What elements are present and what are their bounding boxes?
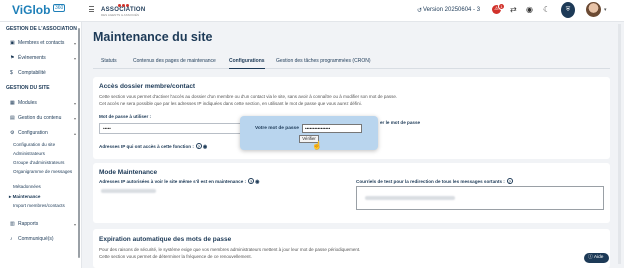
sidebar-item-label: Membres et contacts	[18, 40, 65, 46]
history-icon: ↺	[417, 8, 423, 14]
sidebar-section-site: GESTION DU SITE	[6, 85, 50, 91]
dollar-icon: $	[10, 69, 13, 76]
sidebar-subitem-metadata[interactable]: Métadonnées	[13, 184, 79, 190]
sidebar-item-members[interactable]: ▣ Membres et contacts ▾	[10, 40, 78, 46]
sidebar-item-modules[interactable]: ▦ Modules ▾	[10, 100, 78, 106]
card-description: Cet accès ne sera possible que par les a…	[99, 101, 362, 106]
help-button[interactable]: ⓘ Aide	[584, 253, 609, 263]
mouse-cursor-icon: ☝	[312, 141, 322, 150]
sidebar-item-communiques[interactable]: ♪ Communiqué(s)	[10, 236, 78, 242]
popup-password-label: Votre mot de passe	[255, 126, 299, 131]
help-icon[interactable]: ?	[195, 143, 202, 149]
chevron-down-icon: ▾	[73, 55, 76, 61]
ip-list-blurred	[101, 189, 156, 193]
password-input[interactable]: •••••	[99, 123, 249, 134]
test-emails-textarea[interactable]	[356, 186, 604, 210]
sidebar-item-accounting[interactable]: $ Comptabilité	[10, 70, 78, 76]
eye-icon[interactable]: ◉	[203, 144, 207, 150]
tab-cron-tasks[interactable]: Gestion des tâches programmées (CRON)	[276, 58, 370, 64]
viglob-logo[interactable]: ViGlob	[12, 3, 50, 17]
sidebar-item-label: Comptabilité	[18, 70, 46, 76]
page-title: Maintenance du site	[93, 30, 213, 44]
card-title: Mode Maintenance	[99, 169, 158, 176]
top-bar: ViGlob 360 ASSOCIATION DES AGENTS & ASSO…	[0, 0, 624, 22]
sidebar-item-label: Événements	[18, 55, 46, 61]
maintenance-ip-label-text: Adresses IP autorisées à voir le site mê…	[99, 179, 247, 184]
sidebar-subitem-admin-groups[interactable]: Groupe d'administrateurs	[13, 160, 79, 166]
password-expiration-card: Expiration automatique des mots de passe…	[93, 229, 610, 268]
card-title: Expiration automatique des mots de passe	[99, 236, 232, 243]
card-title: Accès dossier membre/contact	[99, 83, 196, 90]
version-label[interactable]: Version 20250604 - 3	[423, 7, 480, 13]
organization-avatar[interactable]: ⛨	[561, 2, 575, 18]
tab-maintenance-pages[interactable]: Contenus des pages de maintenance	[133, 58, 216, 64]
id-card-icon: ▣	[10, 39, 15, 46]
menu-icon[interactable]	[89, 6, 94, 12]
help-button-label: Aide	[593, 255, 604, 260]
sidebar-item-label: Configuration	[18, 130, 48, 136]
confirm-password-label: er le mot de passe	[380, 120, 421, 125]
tab-bar: Statuts Contenus des pages de maintenanc…	[93, 54, 610, 69]
password-label: Mot de passe à utiliser :	[99, 114, 152, 119]
association-logo: ASSOCIATION DES AGENTS & ASSOCIÉS	[101, 4, 146, 17]
ip-access-label-text: Adresses IP qui ont accès à cette foncti…	[99, 144, 194, 149]
tab-configurations[interactable]: Configurations	[229, 58, 265, 69]
chevron-up-icon: ▴	[73, 130, 76, 136]
sidebar-item-label: Rapports	[18, 221, 39, 227]
card-description: Cette section vous permet de déterminer …	[99, 254, 252, 259]
notification-badge: 1	[498, 3, 505, 10]
emails-blurred	[365, 196, 455, 200]
maintenance-ip-label: Adresses IP autorisées à voir le site mê…	[99, 178, 259, 185]
sidebar-item-label: Modules	[18, 100, 37, 106]
user-avatar[interactable]	[586, 2, 601, 17]
maintenance-mode-card: Mode Maintenance Adresses IP autorisées …	[93, 163, 610, 223]
sidebar-subitem-message-chart[interactable]: Organigramme de messages	[13, 169, 79, 175]
bell-icon: ♪	[10, 235, 13, 242]
password-verify-popup: Votre mot de passe •••••••••••••••• Véri…	[240, 116, 378, 150]
sidebar-item-label: Gestion du contenu	[18, 115, 62, 121]
ip-access-label: Adresses IP qui ont accès à cette foncti…	[99, 143, 207, 150]
test-emails-label: Courriels de test pour la redirection de…	[356, 178, 513, 184]
chevron-down-icon: ▾	[73, 221, 76, 227]
sidebar-subitem-site-config[interactable]: Configuration du site	[13, 142, 79, 148]
tab-statuses[interactable]: Statuts	[101, 58, 117, 64]
moon-icon[interactable]: ☾	[543, 5, 550, 14]
sidebar-item-label: Communiqué(s)	[18, 236, 54, 242]
eye-icon[interactable]: ◉	[255, 179, 259, 185]
puzzle-icon: ▦	[10, 99, 15, 106]
sidebar-subitem-import[interactable]: Import membres/contacts	[13, 203, 79, 209]
sidebar-item-label: Maintenance	[12, 194, 41, 199]
document-icon: ▤	[10, 114, 15, 121]
main-scrollbar[interactable]	[618, 24, 621, 264]
chevron-down-icon: ▾	[73, 115, 76, 121]
card-description: Cette section vous permet d'activer l'ac…	[99, 94, 398, 99]
sidebar-item-content[interactable]: ▤ Gestion du contenu ▾	[10, 115, 78, 121]
help-icon[interactable]: ?	[248, 178, 255, 184]
association-subtitle: DES AGENTS & ASSOCIÉS	[101, 13, 140, 17]
card-description: Pour des raisons de sécurité, le système…	[99, 247, 361, 252]
test-emails-label-text: Courriels de test pour la redirection de…	[356, 179, 505, 184]
help-icon[interactable]: ?	[506, 178, 513, 184]
sidebar-item-configuration[interactable]: ⚙ Configuration ▴	[10, 130, 78, 136]
popup-password-input[interactable]: ••••••••••••••••	[302, 124, 362, 133]
sidebar-subitem-administrators[interactable]: Administrateurs	[13, 151, 79, 157]
chevron-down-icon[interactable]: ▾	[604, 7, 607, 13]
sidebar-scrollbar[interactable]	[78, 28, 80, 258]
sidebar-section-association: GESTION DE L'ASSOCIATION	[6, 26, 77, 32]
gear-icon: ⚙	[10, 129, 15, 136]
sidebar-item-reports[interactable]: ▥ Rapports ▾	[10, 221, 78, 227]
swap-icon[interactable]: ⇄	[510, 5, 517, 14]
flag-icon: ⚑	[10, 54, 15, 61]
logo-badge: 360	[53, 4, 66, 12]
sidebar-subitem-maintenance[interactable]: ▸ Maintenance	[9, 194, 75, 200]
sidebar: GESTION DE L'ASSOCIATION ▣ Membres et co…	[0, 22, 82, 268]
chevron-down-icon: ▾	[73, 40, 76, 46]
chevron-down-icon: ▾	[73, 100, 76, 106]
sidebar-item-events[interactable]: ⚑ Événements ▾	[10, 55, 78, 61]
eye-icon[interactable]: ◉	[526, 5, 533, 14]
chart-icon: ▥	[10, 220, 15, 227]
